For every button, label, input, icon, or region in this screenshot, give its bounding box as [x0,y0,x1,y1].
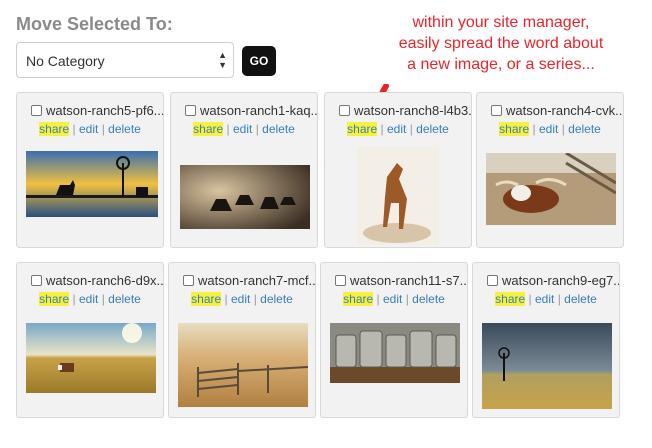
file-name: watson-ranch6-d9x... [46,273,164,288]
separator: | [224,292,228,306]
thumbnail-image[interactable] [178,323,308,407]
card-actions: share | edit | delete [169,292,315,306]
thumbnail-image[interactable] [26,323,156,393]
image-card: watson-ranch11-s7... share | edit | dele… [320,262,468,418]
image-card: watson-ranch1-kaq... share | edit | dele… [170,92,318,248]
image-card: watson-ranch7-mcf... share | edit | dele… [168,262,316,418]
page-title: Move Selected To: [16,14,173,34]
share-link[interactable]: share [499,122,530,136]
card-actions: share | edit | delete [171,122,317,136]
edit-link[interactable]: edit [539,122,558,136]
card-actions: share | edit | delete [17,292,163,306]
separator: | [255,122,259,136]
thumbnail-image[interactable] [486,153,616,225]
image-card: watson-ranch5-pf6... share | edit | dele… [16,92,164,248]
share-link[interactable]: share [343,292,374,306]
annotation-line: within your site manager, [412,14,590,31]
select-checkbox[interactable] [491,105,502,116]
card-actions: share | edit | delete [17,122,163,136]
card-actions: share | edit | delete [473,292,619,306]
separator: | [561,122,565,136]
category-select[interactable]: No Category ▲ ▼ [16,42,234,78]
select-checkbox[interactable] [185,105,196,116]
separator: | [528,292,532,306]
delete-link[interactable]: delete [568,122,601,136]
separator: | [376,292,380,306]
share-link[interactable]: share [39,122,70,136]
delete-link[interactable]: delete [564,292,597,306]
select-checkbox[interactable] [31,105,42,116]
category-select-value: No Category [26,53,105,69]
delete-link[interactable]: delete [262,122,295,136]
image-card: watson-ranch6-d9x... share | edit | dele… [16,262,164,418]
file-name: watson-ranch8-l4b3... [354,103,472,118]
edit-link[interactable]: edit [79,122,98,136]
separator: | [532,122,536,136]
select-checkbox[interactable] [183,275,194,286]
card-actions: share | edit | delete [321,292,467,306]
share-link[interactable]: share [39,292,70,306]
share-link[interactable]: share [193,122,224,136]
edit-link[interactable]: edit [231,292,250,306]
thumbnail-image[interactable] [357,147,439,245]
separator: | [72,292,76,306]
separator: | [557,292,561,306]
file-name: watson-ranch9-eg7... [502,273,620,288]
separator: | [72,122,76,136]
edit-link[interactable]: edit [79,292,98,306]
thumbnail-image[interactable] [482,323,612,409]
delete-link[interactable]: delete [108,122,141,136]
annotation-text: within your site manager, easily spread … [376,12,626,75]
separator: | [405,292,409,306]
thumbnail-image[interactable] [180,165,310,229]
file-name: watson-ranch1-kaq... [200,103,318,118]
share-link[interactable]: share [495,292,526,306]
select-checkbox[interactable] [339,105,350,116]
separator: | [253,292,257,306]
edit-link[interactable]: edit [535,292,554,306]
select-checkbox[interactable] [487,275,498,286]
separator: | [101,122,105,136]
annotation-line: easily spread the word about [398,35,604,52]
edit-link[interactable]: edit [233,122,252,136]
file-name: watson-ranch7-mcf... [198,273,316,288]
delete-link[interactable]: delete [108,292,141,306]
select-checkbox[interactable] [31,275,42,286]
separator: | [409,122,413,136]
file-name: watson-ranch11-s7... [350,273,468,288]
edit-link[interactable]: edit [383,292,402,306]
delete-link[interactable]: delete [260,292,293,306]
delete-link[interactable]: delete [412,292,445,306]
file-name: watson-ranch4-cvk... [506,103,624,118]
file-name: watson-ranch5-pf6... [46,103,164,118]
image-card: watson-ranch8-l4b3... share | edit | del… [324,92,472,248]
card-actions: share | edit | delete [477,122,623,136]
thumbnail-image[interactable] [330,323,460,383]
delete-link[interactable]: delete [416,122,449,136]
select-arrows-icon: ▲ ▼ [218,50,227,70]
annotation-line: a new image, or a series... [407,56,595,73]
separator: | [226,122,230,136]
thumbnail-image[interactable] [26,151,158,217]
image-card: watson-ranch4-cvk... share | edit | dele… [476,92,624,248]
separator: | [380,122,384,136]
go-button[interactable]: GO [242,46,276,76]
share-link[interactable]: share [191,292,222,306]
share-link[interactable]: share [347,122,378,136]
image-card: watson-ranch9-eg7... share | edit | dele… [472,262,620,418]
edit-link[interactable]: edit [387,122,406,136]
separator: | [101,292,105,306]
select-checkbox[interactable] [335,275,346,286]
card-actions: share | edit | delete [325,122,471,136]
